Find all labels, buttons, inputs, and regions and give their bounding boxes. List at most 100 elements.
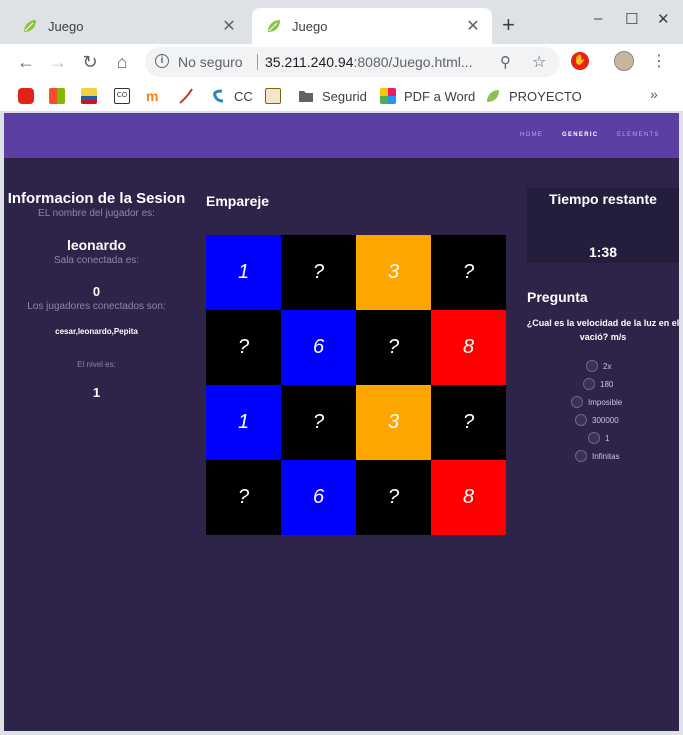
- bookmark-label: CC: [234, 88, 253, 104]
- browser-window: Juego ✕ Juego ✕ + – ☐ ✕ ← → ↻ ⌂ i No seg…: [0, 0, 683, 735]
- url-host: 35.211.240.94: [265, 54, 354, 70]
- timer-title: Tiempo restante: [549, 191, 657, 207]
- bookmark-pdf-word[interactable]: PDF a Word: [380, 87, 475, 105]
- tab-juego-2[interactable]: Juego ✕: [252, 8, 492, 44]
- page-content: HOME GENERIC ELEMENTS Informacion de la …: [4, 113, 679, 731]
- option-label: 180: [600, 379, 614, 389]
- reload-icon[interactable]: ↻: [80, 52, 100, 72]
- board-cell[interactable]: ?: [281, 235, 356, 310]
- tab-title: Juego: [48, 18, 84, 34]
- bookmark-cc[interactable]: CO: [114, 87, 130, 105]
- room-value: 0: [92, 284, 101, 299]
- option-label: Imposible: [588, 397, 623, 407]
- tab-juego-1[interactable]: Juego ✕: [8, 8, 248, 44]
- board-cell[interactable]: 1: [206, 385, 281, 460]
- question-text: ¿Cual es la velocidad de la luz en el va…: [526, 318, 680, 342]
- radio-button[interactable]: [588, 432, 600, 444]
- bookmark-star-icon[interactable]: ☆: [532, 52, 546, 72]
- url-text[interactable]: 35.211.240.94:8080/Juego.html...: [265, 54, 473, 70]
- bookmark-seguridad[interactable]: Segurid: [298, 87, 367, 105]
- board-cell[interactable]: ?: [431, 235, 506, 310]
- pdf-word-icon: [380, 88, 396, 104]
- leaf-icon: [266, 18, 282, 34]
- leaf-icon: [22, 18, 38, 34]
- adblock-extension-icon[interactable]: ✋: [571, 52, 589, 70]
- bookmark-office[interactable]: [49, 87, 65, 105]
- bookmark-label: PROYECTO: [509, 88, 582, 104]
- nav-generic[interactable]: GENERIC: [562, 132, 598, 138]
- session-title: Informacion de la Sesion: [7, 190, 186, 207]
- profile-avatar[interactable]: [614, 51, 634, 71]
- board-cell[interactable]: 6: [281, 460, 356, 535]
- bookmarks-more-button[interactable]: »: [650, 86, 658, 102]
- close-icon[interactable]: ✕: [464, 16, 482, 36]
- info-icon[interactable]: i: [155, 54, 169, 68]
- bookmark-swoosh[interactable]: [178, 87, 194, 105]
- radio-button[interactable]: [586, 360, 598, 372]
- nav-elements[interactable]: ELEMENTS: [617, 132, 660, 138]
- bookmark-colombia[interactable]: [81, 87, 97, 105]
- leaf-icon: [485, 88, 501, 104]
- board-cell[interactable]: 8: [431, 460, 506, 535]
- player-label: EL nombre del jugador es:: [38, 208, 155, 219]
- radio-button[interactable]: [571, 396, 583, 408]
- option-1[interactable]: 1: [588, 431, 609, 445]
- folder-icon: [298, 88, 314, 104]
- browser-toolbar: ← → ↻ ⌂ i No seguro 35.211.240.94:8080/J…: [0, 44, 683, 80]
- back-arrow-icon[interactable]: ←: [16, 52, 36, 72]
- timer-panel: Tiempo restante 1:38: [527, 188, 679, 263]
- url-rest: :8080/Juego.html...: [353, 54, 473, 70]
- colombia-flag-icon: [81, 88, 97, 104]
- radio-button[interactable]: [575, 414, 587, 426]
- close-window-button[interactable]: ✕: [657, 10, 670, 28]
- bookmark-proyecto[interactable]: PROYECTO: [485, 87, 582, 105]
- maximize-button[interactable]: ☐: [625, 10, 638, 28]
- swoosh-icon: [178, 88, 194, 104]
- tab-title: Juego: [292, 18, 328, 34]
- bookmark-youtube[interactable]: [18, 87, 34, 105]
- option-label: 1: [605, 433, 610, 443]
- option-label: 2x: [603, 361, 612, 371]
- option-300000[interactable]: 300000: [575, 413, 619, 427]
- option-imposible[interactable]: Imposible: [571, 395, 622, 409]
- radio-button[interactable]: [583, 378, 595, 390]
- office-icon: [49, 88, 65, 104]
- minimize-button[interactable]: –: [594, 10, 602, 27]
- board-cell[interactable]: 1: [206, 235, 281, 310]
- bookmark-cc-link[interactable]: CC: [210, 87, 253, 105]
- menu-icon[interactable]: ⋮: [651, 51, 667, 71]
- bookmark-label: Segurid: [322, 88, 367, 104]
- board-cell[interactable]: ?: [206, 460, 281, 535]
- board-cell[interactable]: 3: [356, 385, 431, 460]
- image-icon: [265, 88, 281, 104]
- bookmark-label: PDF a Word: [404, 88, 476, 104]
- bookmark-image[interactable]: [265, 87, 281, 105]
- youtube-icon: [18, 88, 34, 104]
- nav-home[interactable]: HOME: [520, 132, 543, 138]
- bookmarks-bar: CO m CC Segurid PDF a Word PROYECTO »: [0, 80, 683, 112]
- option-2x[interactable]: 2x: [586, 359, 611, 373]
- option-180[interactable]: 180: [583, 377, 613, 391]
- address-bar[interactable]: i No seguro 35.211.240.94:8080/Juego.htm…: [145, 47, 560, 77]
- close-icon[interactable]: ✕: [220, 16, 238, 36]
- board-cell[interactable]: 6: [281, 310, 356, 385]
- board-cell[interactable]: 8: [431, 310, 506, 385]
- board-cell[interactable]: ?: [356, 310, 431, 385]
- board-cell[interactable]: ?: [431, 385, 506, 460]
- bookmark-moodle[interactable]: m: [146, 87, 162, 105]
- home-icon[interactable]: ⌂: [112, 52, 132, 72]
- board-cell[interactable]: ?: [206, 310, 281, 385]
- new-tab-button[interactable]: +: [502, 14, 515, 36]
- option-label: 300000: [592, 415, 619, 425]
- security-label: No seguro: [178, 54, 243, 70]
- forward-arrow-icon[interactable]: →: [48, 52, 68, 72]
- zoom-icon[interactable]: ⚲: [500, 53, 511, 71]
- board-cell[interactable]: 3: [356, 235, 431, 310]
- level-label: El nivel es:: [77, 360, 116, 369]
- board-cell[interactable]: ?: [356, 460, 431, 535]
- players-list: cesar,leonardo,Pepita: [55, 327, 138, 336]
- board-cell[interactable]: ?: [281, 385, 356, 460]
- option-infinitas[interactable]: Infinitas: [575, 449, 620, 463]
- radio-button[interactable]: [575, 450, 587, 462]
- divider: [257, 54, 258, 70]
